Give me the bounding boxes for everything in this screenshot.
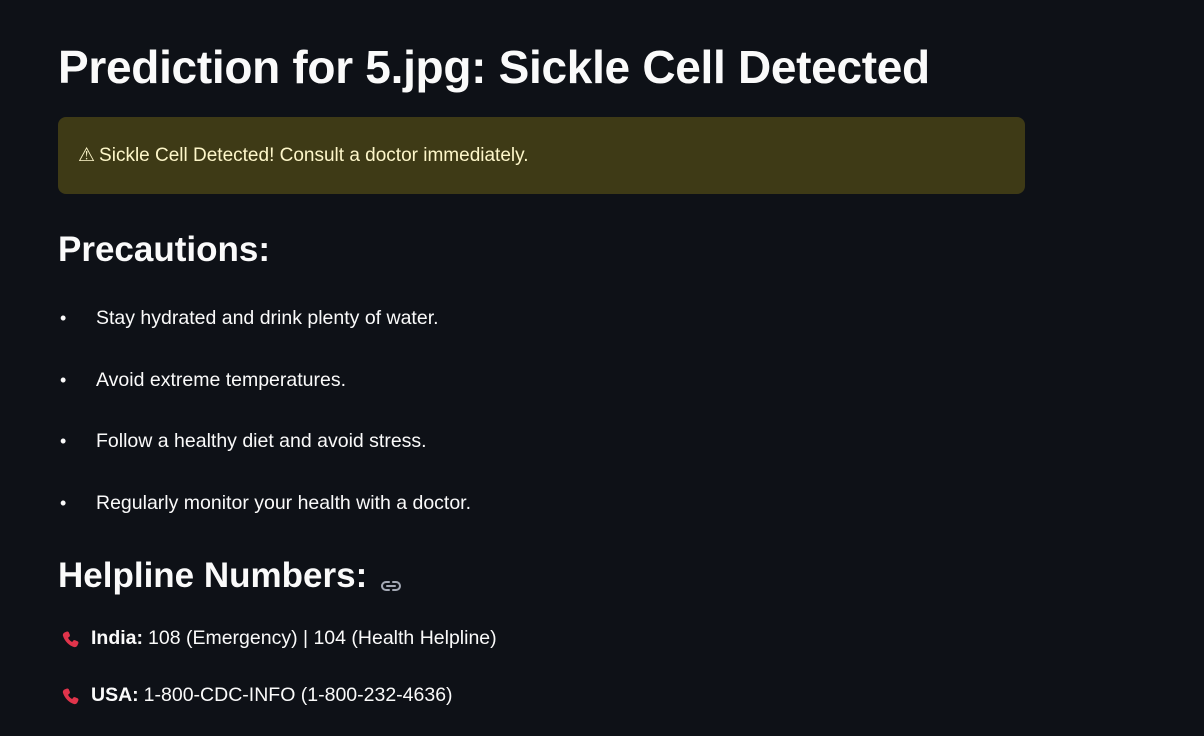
phone-icon: [60, 684, 82, 706]
warning-alert: ⚠ Sickle Cell Detected! Consult a doctor…: [58, 117, 1025, 194]
precaution-list: • Stay hydrated and drink plenty of wate…: [58, 298, 471, 544]
list-item: • Avoid extreme temperatures.: [58, 360, 471, 422]
bullet-icon: •: [60, 431, 67, 451]
bullet-icon: •: [60, 492, 67, 513]
helpline-country: USA:: [91, 684, 139, 706]
alert-text: Sickle Cell Detected! Consult a doctor i…: [99, 144, 529, 166]
warning-icon: ⚠: [78, 145, 96, 166]
page-title: Prediction for 5.jpg: Sickle Cell Detect…: [58, 41, 930, 93]
helpline-country: India:: [91, 627, 143, 649]
list-item: • Regularly monitor your health with a d…: [58, 483, 471, 545]
phone-icon: [60, 627, 82, 649]
list-item: • Follow a healthy diet and avoid stress…: [58, 421, 471, 483]
helpline-entry-india: India: 108 (Emergency) | 104 (Health Hel…: [60, 623, 497, 653]
bullet-icon: •: [60, 369, 67, 390]
helpline-heading: Helpline Numbers:: [58, 556, 403, 596]
helpline-entry-usa: USA: 1-800-CDC-INFO (1-800-232-4636): [60, 680, 453, 710]
helpline-numbers: 108 (Emergency) | 104 (Health Helpline): [148, 627, 497, 649]
precaution-text: Stay hydrated and drink plenty of water.: [96, 307, 439, 329]
helpline-numbers: 1-800-CDC-INFO (1-800-232-4636): [143, 684, 453, 706]
helpline-heading-text: Helpline Numbers:: [58, 556, 368, 595]
bullet-icon: •: [60, 308, 67, 328]
precaution-text: Regularly monitor your health with a doc…: [96, 491, 472, 514]
list-item: • Stay hydrated and drink plenty of wate…: [58, 298, 471, 360]
precaution-text: Avoid extreme temperatures.: [96, 368, 347, 391]
precautions-heading-text: Precautions:: [58, 230, 270, 269]
precaution-text: Follow a healthy diet and avoid stress.: [96, 430, 427, 452]
precautions-heading: Precautions:: [58, 230, 270, 270]
link-icon[interactable]: [379, 567, 403, 591]
